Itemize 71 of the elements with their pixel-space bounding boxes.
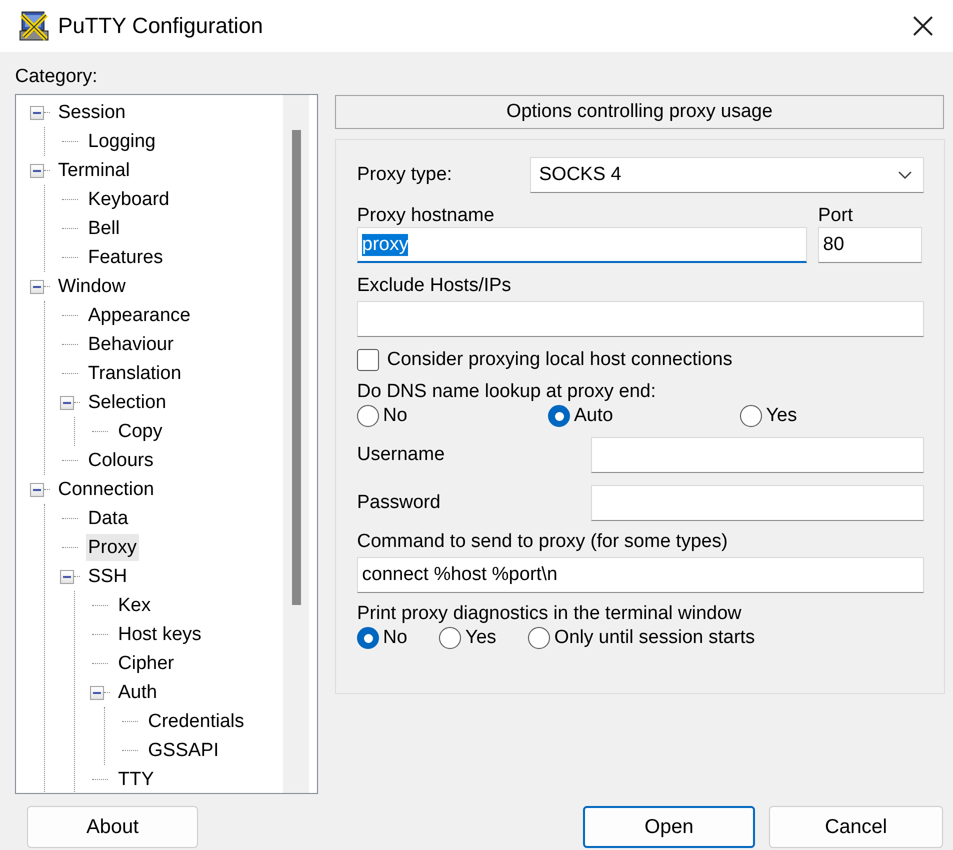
- radio-button[interactable]: [357, 627, 379, 649]
- scrollbar[interactable]: [283, 95, 309, 793]
- cancel-button[interactable]: Cancel: [769, 806, 943, 848]
- radio-button[interactable]: [740, 405, 762, 427]
- command-field[interactable]: connect %host %port\n: [357, 557, 924, 593]
- tree-item[interactable]: SSH: [86, 563, 130, 590]
- tree-item[interactable]: Translation: [86, 360, 184, 387]
- collapse-toggle[interactable]: [90, 686, 104, 700]
- field-label: Port: [818, 205, 854, 227]
- tree-item[interactable]: Colours: [86, 447, 156, 474]
- open-button[interactable]: Open: [583, 806, 755, 848]
- collapse-toggle[interactable]: [60, 396, 74, 410]
- tree-item[interactable]: Data: [86, 505, 130, 532]
- field-label: Proxy hostname: [357, 205, 496, 227]
- checkbox[interactable]: [357, 349, 379, 371]
- close-icon: [912, 15, 934, 37]
- radio-label: Yes: [766, 405, 797, 427]
- username-field[interactable]: [591, 437, 924, 473]
- radio-label: Yes: [465, 627, 496, 649]
- tree-item[interactable]: Credentials: [146, 708, 246, 735]
- collapse-toggle[interactable]: [30, 164, 44, 178]
- tree-item[interactable]: GSSAPI: [146, 737, 221, 764]
- tree-item[interactable]: Copy: [116, 418, 164, 445]
- radio-label: No: [383, 405, 408, 427]
- group-label: Do DNS name lookup at proxy end:: [357, 381, 657, 403]
- radio-button[interactable]: [548, 405, 570, 427]
- section-heading: Options controlling proxy usage: [335, 95, 944, 129]
- tree-item[interactable]: Auth: [116, 679, 160, 706]
- collapse-toggle[interactable]: [30, 280, 44, 294]
- tree-item[interactable]: Terminal: [56, 157, 132, 184]
- tree-item[interactable]: Bell: [86, 215, 122, 242]
- category-label: Category:: [15, 66, 98, 88]
- radio-button[interactable]: [439, 627, 462, 649]
- tree-item[interactable]: Keyboard: [86, 186, 172, 213]
- radio-label: Auto: [574, 405, 614, 427]
- field-label: Proxy type:: [357, 164, 452, 186]
- proxy-type-dropdown[interactable]: SOCKS 4: [530, 157, 924, 193]
- tree-item[interactable]: Kex: [116, 592, 153, 619]
- group-label: Print proxy diagnostics in the terminal window: [357, 603, 742, 625]
- tree-item[interactable]: TTY: [116, 766, 156, 793]
- field-label: Exclude Hosts/IPs: [357, 275, 512, 297]
- tree-item[interactable]: Selection: [86, 389, 168, 416]
- radio-label: Only until session starts: [554, 627, 755, 649]
- tree-item[interactable]: Connection: [56, 476, 156, 503]
- scrollbar-thumb[interactable]: [292, 130, 301, 605]
- exclude-hosts-field[interactable]: [357, 301, 924, 337]
- radio-button[interactable]: [528, 627, 550, 649]
- port-field[interactable]: 80: [818, 227, 922, 263]
- about-button[interactable]: About: [27, 806, 198, 848]
- radio-button[interactable]: [357, 405, 379, 427]
- tree-item[interactable]: Appearance: [86, 302, 192, 329]
- tree-item[interactable]: Window: [56, 273, 128, 300]
- collapse-toggle[interactable]: [30, 482, 44, 496]
- password-field[interactable]: [591, 485, 924, 521]
- tree-item[interactable]: Host keys: [116, 621, 204, 648]
- window-title: PuTTY Configuration: [58, 13, 264, 39]
- collapse-toggle[interactable]: [60, 570, 74, 584]
- hostname-field[interactable]: proxy: [357, 227, 807, 263]
- radio-label: No: [383, 627, 408, 649]
- tree-item[interactable]: Proxy: [86, 534, 139, 561]
- field-label: Password: [357, 492, 440, 514]
- collapse-toggle[interactable]: [30, 106, 44, 120]
- checkbox-label: Consider proxying local host connections: [387, 349, 732, 371]
- tree-item[interactable]: Logging: [86, 128, 158, 155]
- tree-item[interactable]: Cipher: [116, 650, 176, 677]
- field-label: Username: [357, 444, 445, 466]
- tree-item[interactable]: Session: [56, 99, 128, 126]
- tree-item[interactable]: Behaviour: [86, 331, 176, 358]
- chevron-down-icon: [897, 170, 913, 180]
- tree-item[interactable]: Features: [86, 244, 165, 271]
- field-label: Command to send to proxy (for some types): [357, 531, 729, 553]
